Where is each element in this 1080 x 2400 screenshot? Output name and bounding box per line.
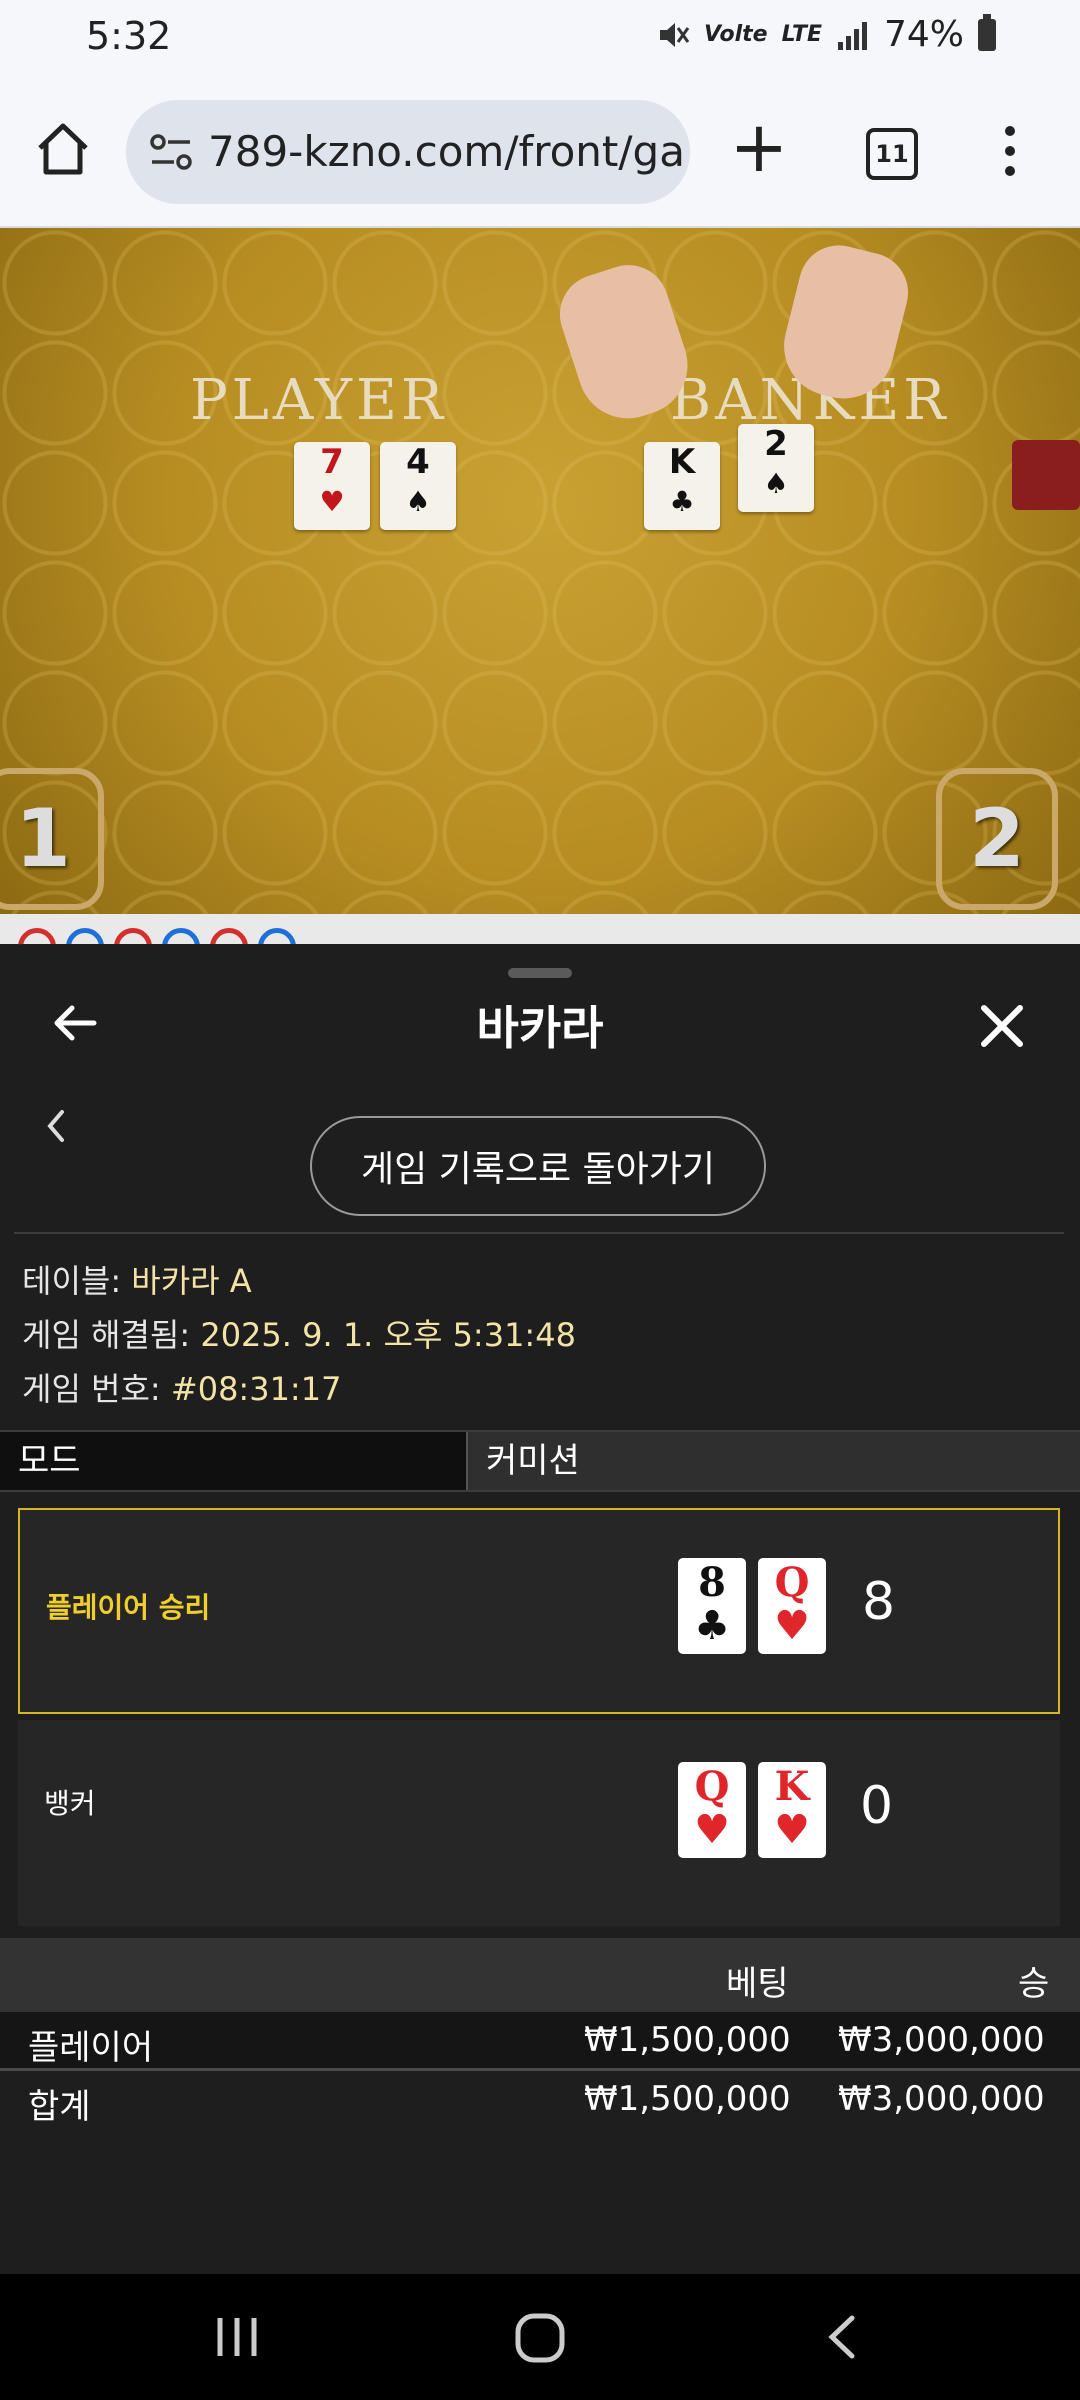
volte-indicator: Volte bbox=[704, 22, 768, 47]
bet-table-header: 베팅 승 bbox=[0, 1938, 1080, 2012]
resolved-time-info: 게임 해결됨: 2025. 9. 1. 오후 5:31:48 bbox=[22, 1316, 576, 1354]
result-label: 뱅커 bbox=[44, 1787, 96, 1820]
status-icons: Volte LTE 74% bbox=[656, 13, 996, 55]
mode-bar: 모드 커미션 bbox=[0, 1430, 1080, 1492]
more-menu-icon[interactable] bbox=[1000, 126, 1020, 182]
mute-icon bbox=[660, 22, 690, 47]
address-bar[interactable]: 789-kzno.com/front/ga bbox=[126, 100, 690, 204]
game-number-info: 게임 번호: #08:31:17 bbox=[22, 1370, 342, 1408]
bet-column-header: 베팅 bbox=[726, 1964, 789, 2004]
result-card: Q ♥ bbox=[678, 1762, 746, 1858]
table-row: 플레이어 ₩1,500,000 ₩3,000,000 bbox=[0, 2012, 1080, 2068]
system-nav-bar bbox=[0, 2274, 1080, 2400]
browser-toolbar: 789-kzno.com/front/ga + 11 bbox=[0, 76, 1080, 228]
tab-commission[interactable]: 커미션 bbox=[466, 1432, 1080, 1490]
divider bbox=[14, 1232, 1064, 1234]
status-bar: 5:32 Volte LTE 74% bbox=[0, 0, 1080, 76]
sheet-title: 바카라 bbox=[476, 1001, 604, 1055]
roadmap-strip[interactable] bbox=[0, 914, 1080, 966]
table-row: 합계 ₩1,500,000 ₩3,000,000 bbox=[28, 2079, 1045, 2127]
tab-mode[interactable]: 모드 bbox=[0, 1432, 466, 1490]
recent-apps-icon[interactable] bbox=[212, 2312, 262, 2362]
home-icon[interactable] bbox=[32, 118, 94, 180]
player-score: 8 bbox=[862, 1572, 896, 1632]
tab-switcher-button[interactable]: 11 bbox=[866, 128, 918, 180]
result-card: 8 ♣ bbox=[678, 1558, 746, 1654]
home-nav-icon[interactable] bbox=[514, 2312, 566, 2364]
network-indicator: LTE bbox=[781, 22, 822, 47]
close-icon[interactable] bbox=[978, 1002, 1026, 1050]
felt-pattern bbox=[0, 228, 1080, 914]
banker-result-row: 뱅커 Q ♥ K ♥ 0 bbox=[18, 1720, 1060, 1926]
player-area-label: PLAYER bbox=[190, 368, 448, 433]
result-card: Q ♥ bbox=[758, 1558, 826, 1654]
back-to-history-button[interactable]: 게임 기록으로 돌아가기 bbox=[310, 1116, 766, 1216]
table-card: K ♣ bbox=[644, 442, 720, 530]
new-tab-button[interactable]: + bbox=[726, 112, 792, 182]
battery-percent: 74% bbox=[883, 14, 964, 55]
banker-score: 0 bbox=[860, 1776, 894, 1836]
table-info: 테이블: 바카라 A bbox=[22, 1262, 252, 1300]
site-settings-icon[interactable] bbox=[148, 130, 194, 174]
url-text[interactable]: 789-kzno.com/front/ga bbox=[208, 127, 685, 176]
live-video-feed[interactable]: PLAYER BANKER 7 ♥ 4 ♠ K ♣ 2 ♠ 1 2 bbox=[0, 228, 1080, 914]
table-card: 7 ♥ bbox=[294, 442, 370, 530]
player-result-row: 플레이어 승리 8 ♣ Q ♥ 8 bbox=[18, 1508, 1060, 1714]
seat-marker-2: 2 bbox=[936, 768, 1058, 910]
result-label: 플레이어 승리 bbox=[46, 1591, 211, 1624]
game-detail-sheet: 바카라 게임 기록으로 돌아가기 테이블: 바카라 A 게임 해결됨: 2025… bbox=[0, 944, 1080, 2274]
signal-icon bbox=[837, 21, 867, 50]
drag-handle[interactable] bbox=[508, 968, 572, 978]
win-column-header: 승 bbox=[1018, 1964, 1050, 2004]
status-time: 5:32 bbox=[86, 14, 172, 58]
card-shoe bbox=[1012, 440, 1080, 510]
table-card: 4 ♠ bbox=[380, 442, 456, 530]
result-card: K ♥ bbox=[758, 1762, 826, 1858]
chevron-left-icon[interactable] bbox=[40, 1104, 70, 1148]
seat-marker-1: 1 bbox=[0, 768, 104, 910]
table-card: 2 ♠ bbox=[738, 424, 814, 512]
battery-icon bbox=[978, 13, 996, 51]
back-nav-icon[interactable] bbox=[822, 2312, 862, 2362]
